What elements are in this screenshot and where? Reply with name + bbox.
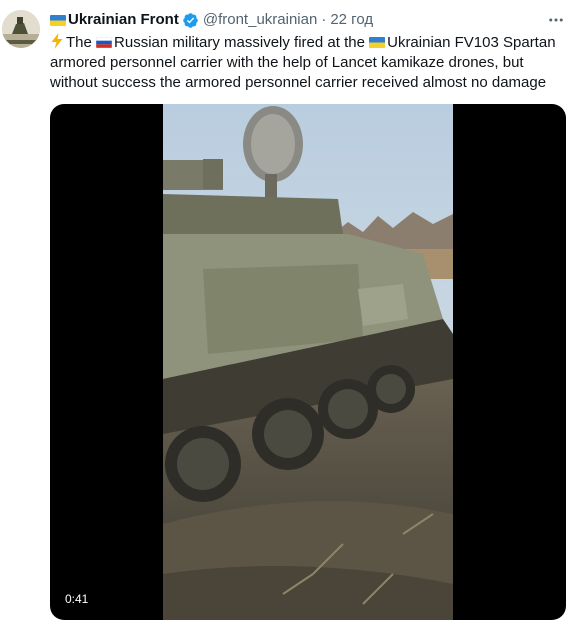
verified-badge-icon bbox=[182, 12, 199, 29]
video-player[interactable]: 0:41 bbox=[50, 104, 566, 620]
user-handle[interactable]: @front_ukrainian bbox=[203, 10, 317, 30]
tweet-header: Ukrainian Front @front_ukrainian · 22 го… bbox=[50, 10, 373, 30]
display-name[interactable]: Ukrainian Front bbox=[68, 10, 179, 30]
video-thumbnail bbox=[163, 104, 453, 620]
avatar[interactable] bbox=[2, 10, 40, 48]
more-options-button[interactable] bbox=[544, 8, 568, 32]
ukraine-flag-icon bbox=[369, 37, 386, 48]
separator-dot: · bbox=[321, 11, 327, 28]
ukraine-flag-icon bbox=[50, 14, 66, 26]
tweet-text: The Russian military massively fired at … bbox=[50, 33, 568, 93]
timestamp[interactable]: 22 год bbox=[330, 10, 373, 30]
tweet-card[interactable]: Ukrainian Front @front_ukrainian · 22 го… bbox=[0, 0, 578, 628]
tweet-text-part-1: The bbox=[66, 34, 97, 51]
russia-flag-icon bbox=[96, 37, 113, 48]
video-duration: 0:41 bbox=[60, 590, 94, 608]
high-voltage-emoji-icon bbox=[50, 33, 64, 49]
tweet-text-part-2: Russian military massively fired at the bbox=[114, 34, 370, 51]
more-horizontal-icon bbox=[549, 18, 563, 22]
